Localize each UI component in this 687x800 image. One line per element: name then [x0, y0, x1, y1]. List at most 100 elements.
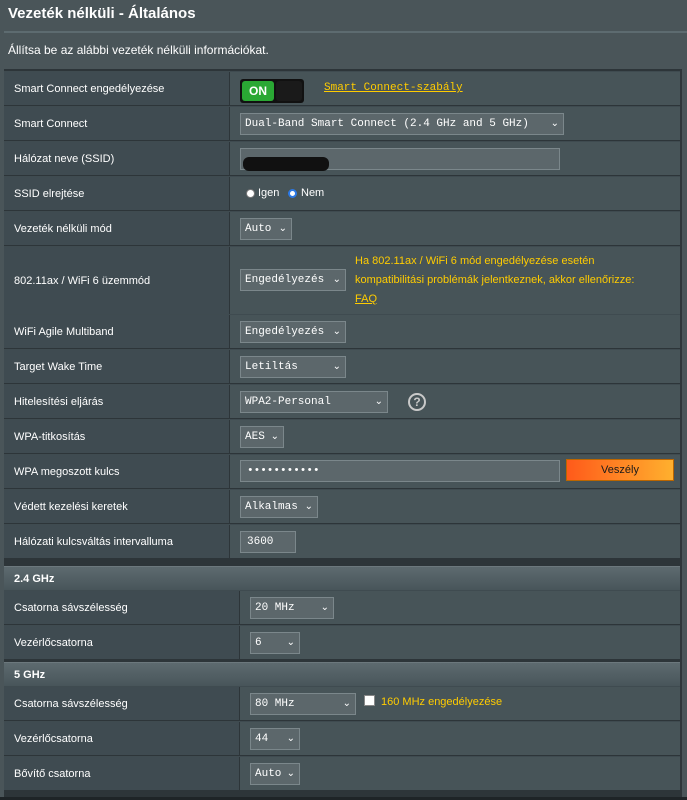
smart-connect-select[interactable]: Dual-Band Smart Connect (2.4 GHz and 5 G… [240, 113, 564, 135]
chevron-down-icon: ⌄ [320, 602, 329, 613]
select-value: 80 MHz [255, 698, 295, 710]
password-strength-badge: Veszély [566, 459, 674, 481]
hide-ssid-no-radio[interactable] [288, 189, 297, 198]
row-5-bandwidth: Csatorna sávszélesség 80 MHz ⌄ 160 MHz e… [4, 686, 680, 720]
page-title: Vezeték nélküli - Általános [8, 5, 196, 22]
title-divider [4, 31, 687, 33]
row-label: WPA-titkosítás [4, 420, 229, 453]
row-label: Hálózat neve (SSID) [4, 142, 229, 175]
chevron-down-icon: ⌄ [332, 326, 341, 337]
row-value: ••••••••••• Veszély [230, 455, 680, 488]
row-label: WiFi Agile Multiband [4, 315, 229, 348]
wifi6-warning-line1: Ha 802.11ax / WiFi 6 mód engedélyezése e… [355, 255, 595, 267]
select-value: Engedélyezés [245, 274, 325, 286]
toggle-knob [276, 81, 302, 101]
chevron-down-icon: ⌄ [550, 118, 559, 129]
row-wpa-key: WPA megoszott kulcs ••••••••••• Veszély [4, 454, 680, 488]
faq-link[interactable]: FAQ [355, 293, 377, 305]
wpa-encryption-select[interactable]: AES ⌄ [240, 426, 284, 448]
row-label: Csatorna sávszélesség [4, 687, 239, 720]
section-header-5ghz: 5 GHz [4, 662, 680, 686]
select-value: 6 [255, 637, 262, 649]
5-control-channel-select[interactable]: 44 ⌄ [250, 728, 300, 750]
5-bandwidth-select[interactable]: 80 MHz ⌄ [250, 693, 356, 715]
row-auth-method: Hitelesítési eljárás WPA2-Personal ⌄ ? [4, 384, 680, 418]
row-label: Hitelesítési eljárás [4, 385, 229, 418]
hide-ssid-yes-radio[interactable] [246, 189, 255, 198]
row-value [230, 142, 680, 175]
chevron-down-icon: ⌄ [286, 733, 295, 744]
section-header-2-4ghz: 2.4 GHz [4, 566, 680, 590]
row-smart-connect-enable: Smart Connect engedélyezése ON Smart Con… [4, 71, 680, 105]
target-wake-time-select[interactable]: Letiltás ⌄ [240, 356, 346, 378]
row-value: Igen Nem [230, 177, 680, 210]
row-label: SSID elrejtése [4, 177, 229, 210]
row-ssid: Hálózat neve (SSID) [4, 141, 680, 175]
row-24-bandwidth: Csatorna sávszélesség 20 MHz ⌄ [4, 590, 680, 624]
select-value: Auto [255, 768, 282, 780]
wifi6-warning: Ha 802.11ax / WiFi 6 mód engedélyezése e… [355, 252, 634, 309]
row-wireless-mode: Vezeték nélküli mód Auto ⌄ [4, 211, 680, 245]
hide-ssid-yes-label: Igen [258, 187, 280, 199]
row-value: Letiltás ⌄ [230, 350, 680, 383]
row-key-rotation: Hálózati kulcsváltás intervalluma 3600 [4, 524, 680, 558]
chevron-down-icon: ⌄ [374, 396, 383, 407]
row-pmf: Védett kezelési keretek Alkalmas ⌄ [4, 489, 680, 523]
row-value: Dual-Band Smart Connect (2.4 GHz and 5 G… [230, 107, 680, 140]
row-label: Target Wake Time [4, 350, 229, 383]
chevron-down-icon: ⌄ [342, 698, 351, 709]
select-value: 20 MHz [255, 602, 295, 614]
row-wpa-encryption: WPA-titkosítás AES ⌄ [4, 419, 680, 453]
wpa-key-input[interactable]: ••••••••••• [240, 460, 560, 482]
row-5-extension-channel: Bővítő csatorna Auto ⌄ [4, 756, 680, 790]
chevron-down-icon: ⌄ [286, 768, 295, 779]
help-icon[interactable]: ? [408, 393, 426, 411]
wifi6-warning-line2: kompatibilitási problémák jelentkeznek, … [355, 274, 635, 286]
key-rotation-value: 3600 [247, 536, 274, 548]
select-value: AES [245, 431, 265, 443]
select-value: Alkalmas [245, 501, 298, 513]
row-value: 6 ⌄ [240, 626, 680, 659]
hide-ssid-no-label: Nem [301, 187, 325, 199]
chevron-down-icon: ⌄ [304, 501, 313, 512]
chevron-down-icon: ⌄ [270, 431, 279, 442]
toggle-on-label: ON [242, 81, 274, 101]
row-value: Engedélyezés ⌄ [230, 315, 680, 348]
chevron-down-icon: ⌄ [278, 223, 287, 234]
enable-160mhz-checkbox[interactable] [364, 695, 375, 706]
row-label: WPA megoszott kulcs [4, 455, 229, 488]
smart-connect-toggle[interactable]: ON [240, 79, 304, 103]
auth-method-select[interactable]: WPA2-Personal ⌄ [240, 391, 388, 413]
key-rotation-input[interactable]: 3600 [240, 531, 296, 553]
row-label: Csatorna sávszélesség [4, 591, 239, 624]
ssid-input[interactable] [240, 148, 560, 171]
row-label: Smart Connect [4, 107, 229, 140]
24-bandwidth-select[interactable]: 20 MHz ⌄ [250, 597, 334, 619]
chevron-down-icon: ⌄ [332, 274, 341, 285]
wifi6-mode-select[interactable]: Engedélyezés ⌄ [240, 269, 346, 291]
row-value: 44 ⌄ [240, 722, 680, 755]
row-wifi6-mode: 802.11ax / WiFi 6 üzemmód Engedélyezés ⌄… [4, 246, 680, 314]
smart-connect-rule-link[interactable]: Smart Connect-szabály [324, 82, 463, 94]
chevron-down-icon: ⌄ [332, 361, 341, 372]
5-extension-channel-select[interactable]: Auto ⌄ [250, 763, 300, 785]
row-label: Smart Connect engedélyezése [4, 72, 229, 105]
row-value: 80 MHz ⌄ 160 MHz engedélyezése [240, 687, 680, 720]
row-value: Auto ⌄ [240, 757, 680, 790]
select-value: Auto [245, 223, 272, 235]
select-value: WPA2-Personal [245, 396, 331, 408]
row-value: 20 MHz ⌄ [240, 591, 680, 624]
wireless-mode-select[interactable]: Auto ⌄ [240, 218, 292, 240]
select-value: 44 [255, 733, 269, 745]
row-label: Bővítő csatorna [4, 757, 239, 790]
row-value: AES ⌄ [230, 420, 680, 453]
enable-160mhz-label: 160 MHz engedélyezése [381, 696, 503, 708]
24-control-channel-select[interactable]: 6 ⌄ [250, 632, 300, 654]
redaction-mark [243, 157, 329, 171]
row-label: Vezeték nélküli mód [4, 212, 229, 245]
row-label: Hálózati kulcsváltás intervalluma [4, 525, 229, 558]
agile-multiband-select[interactable]: Engedélyezés ⌄ [240, 321, 346, 343]
row-label: 802.11ax / WiFi 6 üzemmód [4, 247, 229, 314]
pmf-select[interactable]: Alkalmas ⌄ [240, 496, 318, 518]
row-hide-ssid: SSID elrejtése Igen Nem [4, 176, 680, 210]
